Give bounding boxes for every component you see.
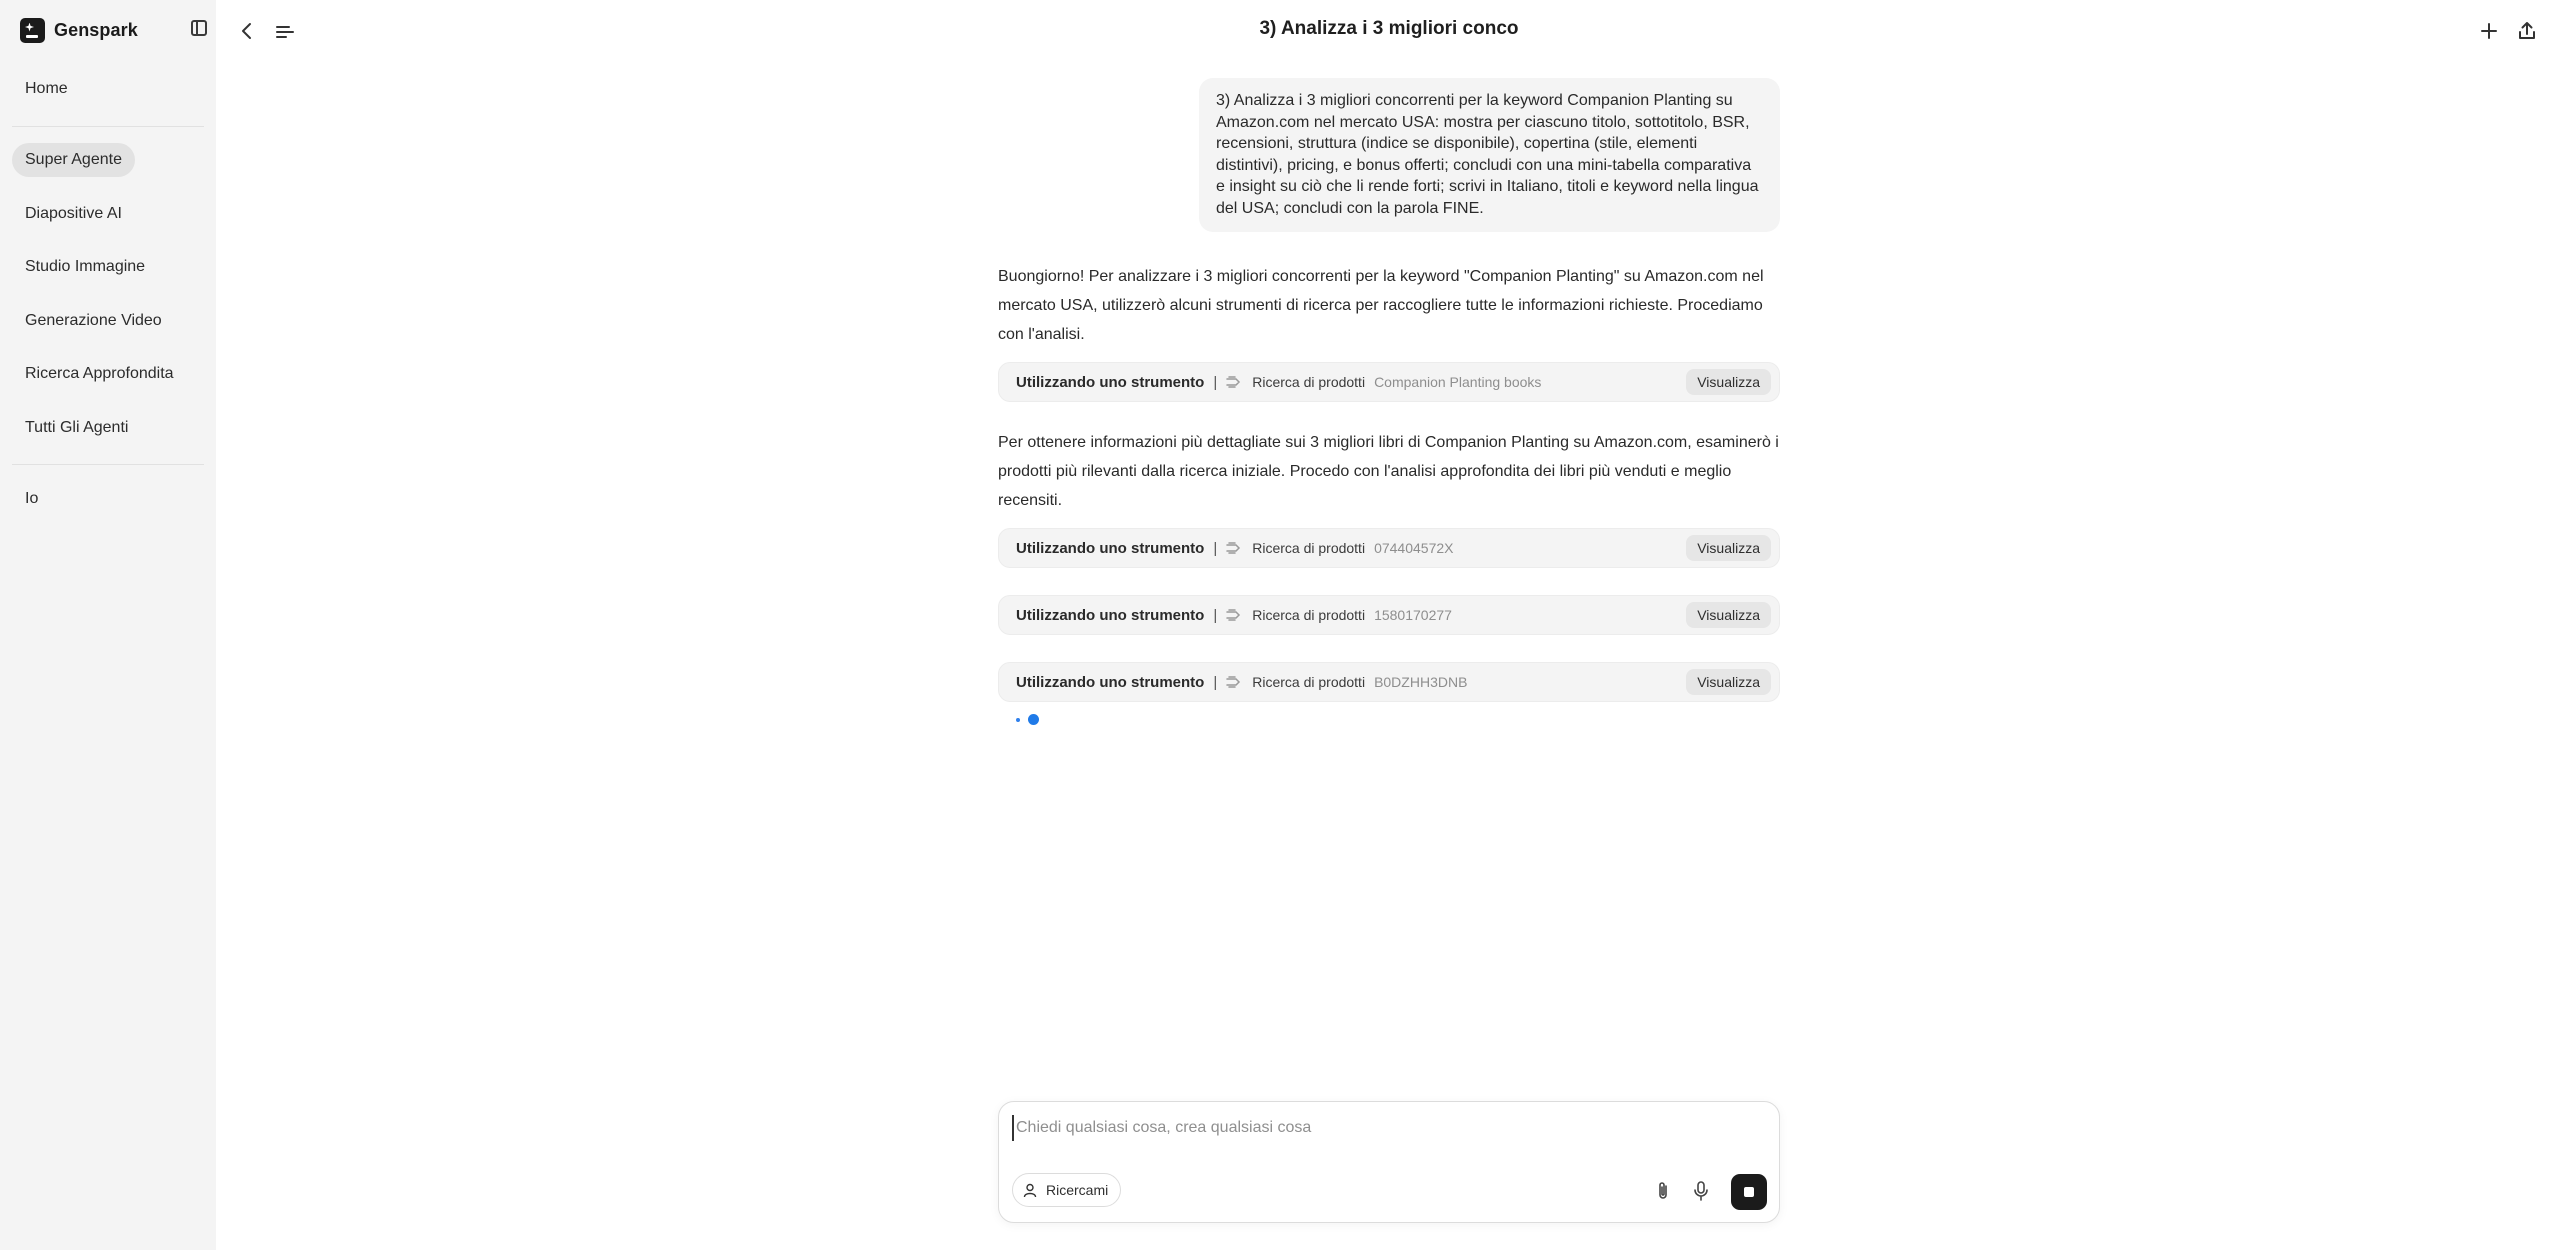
genspark-logo-icon bbox=[20, 17, 45, 43]
tool-call-query: 1580170277 bbox=[1374, 607, 1452, 623]
sidebar-item-io[interactable]: Io bbox=[12, 482, 51, 516]
typing-dot bbox=[1028, 714, 1039, 725]
person-icon bbox=[1023, 1183, 1037, 1197]
sidebar-item-super-agente[interactable]: Super Agente bbox=[12, 143, 135, 177]
tool-call-name: Ricerca di prodotti bbox=[1252, 607, 1366, 623]
assistant-message: Buongiorno! Per analizzare i 3 migliori … bbox=[998, 268, 1764, 343]
sidebar-item-diapositive-ai[interactable]: Diapositive AI bbox=[12, 197, 135, 231]
user-message-bubble: 3) Analizza i 3 migliori concorrenti per… bbox=[1199, 78, 1780, 232]
brand-name: Genspark bbox=[54, 19, 138, 40]
typing-indicator bbox=[1016, 713, 1040, 727]
tool-call-name: Ricerca di prodotti bbox=[1252, 674, 1366, 690]
chat-input[interactable] bbox=[1012, 1115, 1752, 1141]
brand[interactable]: Genspark bbox=[20, 17, 138, 43]
tool-call-separator: | bbox=[1213, 539, 1218, 557]
composer: Ricercami bbox=[998, 1101, 1780, 1223]
view-button[interactable]: Visualizza bbox=[1686, 369, 1771, 395]
sidebar-item-generazione-video[interactable]: Generazione Video bbox=[12, 304, 175, 338]
stop-generation-button[interactable] bbox=[1731, 1174, 1767, 1210]
sidebar-item-ricerca-approfondita[interactable]: Ricerca Approfondita bbox=[12, 357, 187, 391]
view-button[interactable]: Visualizza bbox=[1686, 602, 1771, 628]
tool-call-title: Utilizzando uno strumento bbox=[1016, 539, 1205, 557]
research-me-label: Ricercami bbox=[1046, 1182, 1109, 1198]
page-title: 3) Analizza i 3 migliori conco bbox=[1259, 18, 1519, 39]
tool-call-separator: | bbox=[1213, 373, 1218, 391]
tool-call-query: B0DZHH3DNB bbox=[1374, 674, 1468, 690]
product-search-icon bbox=[1226, 376, 1241, 388]
sidebar-divider bbox=[12, 126, 204, 127]
tool-call-query: 074404572X bbox=[1374, 540, 1454, 556]
tool-call-row: Utilizzando uno strumento | Ricerca di p… bbox=[998, 662, 1780, 702]
menu-list-icon[interactable] bbox=[276, 24, 294, 40]
sidebar: Genspark Home Super Agente Diapositive A… bbox=[0, 0, 216, 1250]
sidebar-item-tutti-gli-agenti[interactable]: Tutti Gli Agenti bbox=[12, 411, 141, 445]
tool-call-title: Utilizzando uno strumento bbox=[1016, 373, 1205, 391]
tool-call-name: Ricerca di prodotti bbox=[1252, 540, 1366, 556]
product-search-icon bbox=[1226, 676, 1241, 688]
research-me-button[interactable]: Ricercami bbox=[1012, 1173, 1122, 1207]
stop-icon bbox=[1744, 1187, 1754, 1197]
product-search-icon bbox=[1226, 609, 1241, 621]
view-button[interactable]: Visualizza bbox=[1686, 669, 1771, 695]
tool-call-row: Utilizzando uno strumento | Ricerca di p… bbox=[998, 362, 1780, 402]
tool-call-query: Companion Planting books bbox=[1374, 374, 1542, 390]
product-search-icon bbox=[1226, 542, 1241, 554]
sidebar-toggle-icon[interactable] bbox=[191, 20, 207, 36]
sidebar-item-home[interactable]: Home bbox=[12, 72, 81, 106]
tool-call-separator: | bbox=[1213, 606, 1218, 624]
tool-call-separator: | bbox=[1213, 673, 1218, 691]
tool-call-title: Utilizzando uno strumento bbox=[1016, 606, 1205, 624]
view-button[interactable]: Visualizza bbox=[1686, 535, 1771, 561]
tool-call-title: Utilizzando uno strumento bbox=[1016, 673, 1205, 691]
microphone-icon[interactable] bbox=[1692, 1180, 1710, 1202]
share-icon[interactable] bbox=[2516, 20, 2538, 42]
tool-call-row: Utilizzando uno strumento | Ricerca di p… bbox=[998, 595, 1780, 635]
sidebar-divider bbox=[12, 464, 204, 465]
tool-call-name: Ricerca di prodotti bbox=[1252, 374, 1366, 390]
sidebar-item-studio-immagine[interactable]: Studio Immagine bbox=[12, 250, 158, 284]
typing-dot bbox=[1016, 718, 1020, 722]
new-chat-plus-icon[interactable] bbox=[2478, 20, 2500, 42]
tool-call-row: Utilizzando uno strumento | Ricerca di p… bbox=[998, 528, 1780, 568]
paperclip-icon[interactable] bbox=[1654, 1181, 1672, 1201]
assistant-message: Per ottenere informazioni più dettagliat… bbox=[998, 434, 1779, 509]
back-arrow-icon[interactable] bbox=[240, 22, 254, 40]
